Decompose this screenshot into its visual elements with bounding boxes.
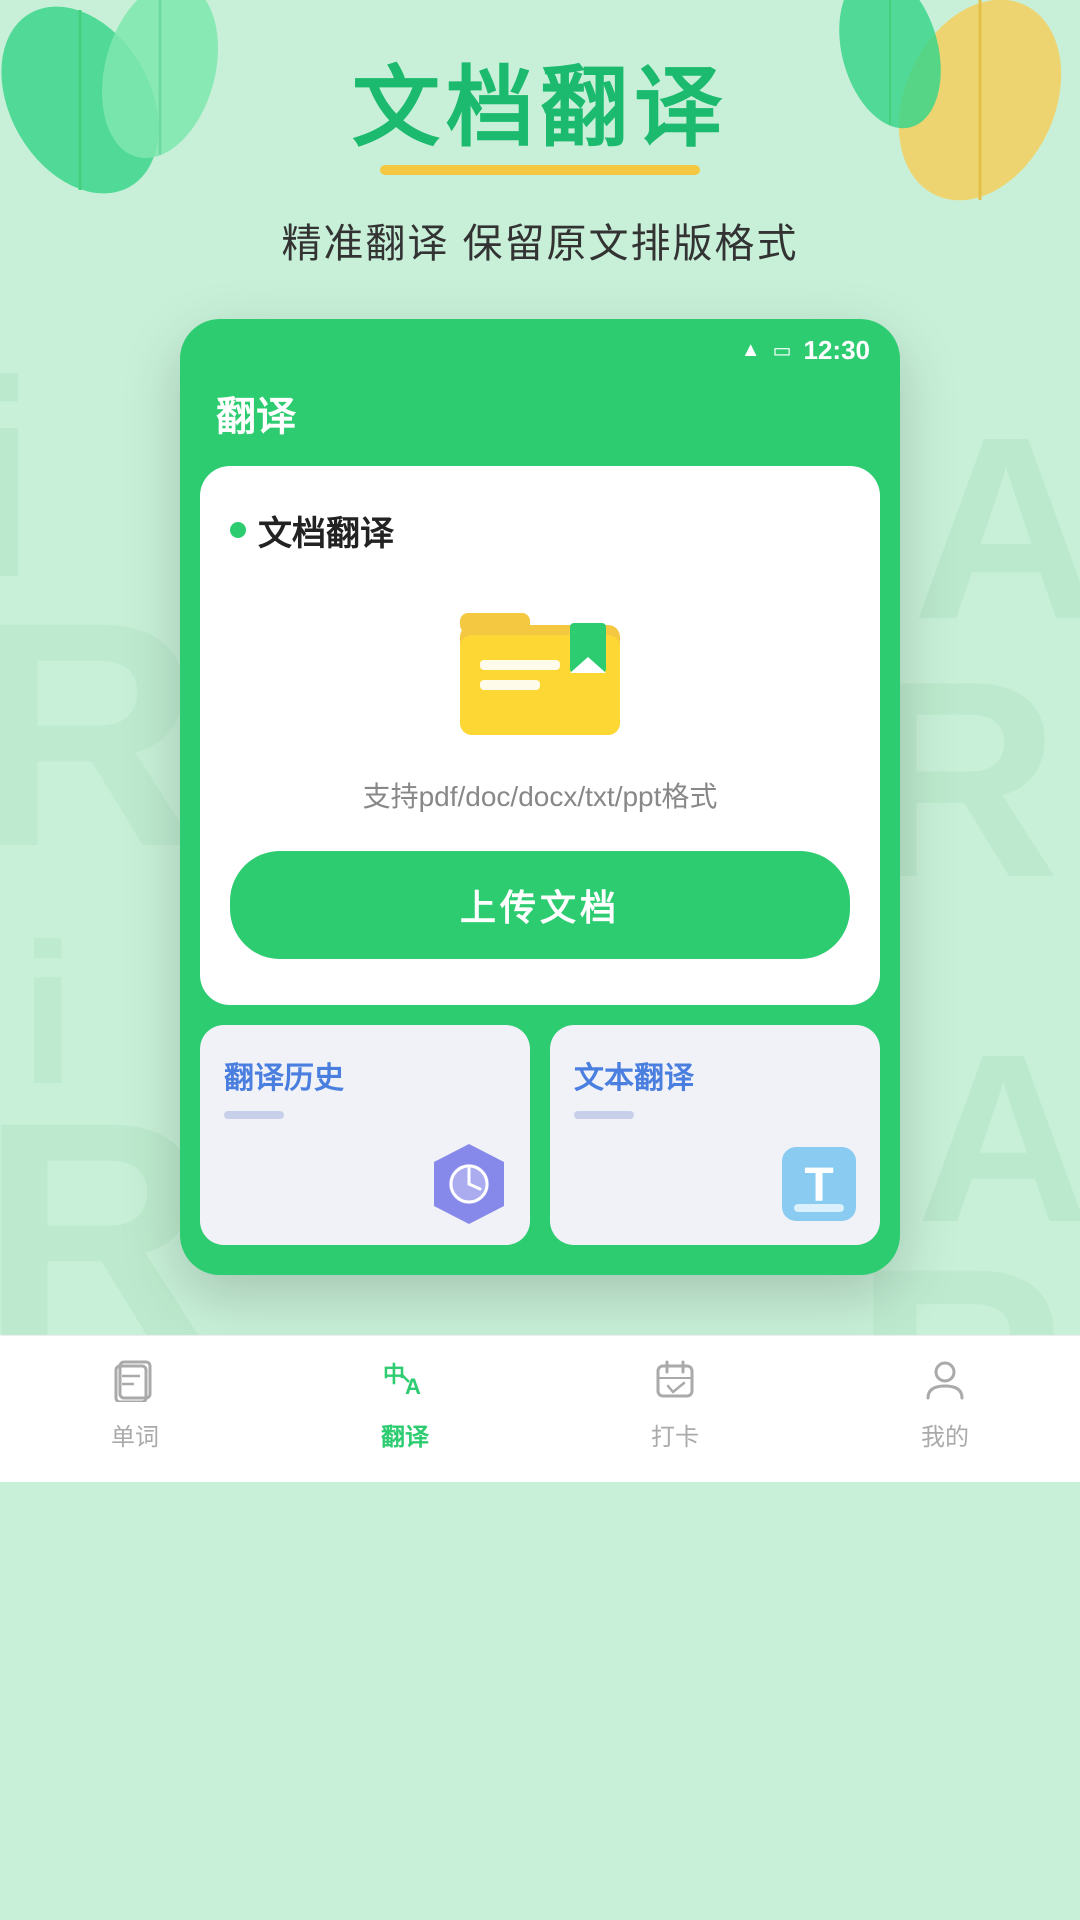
- file-formats: 支持pdf/doc/docx/txt/ppt格式: [230, 775, 850, 815]
- history-card[interactable]: 翻译历史: [200, 1025, 530, 1245]
- nav-label-profile: 我的: [921, 1417, 969, 1452]
- history-icon: [424, 1139, 514, 1229]
- main-content-card: 文档翻译 支持pdf/doc: [200, 466, 880, 1005]
- app-topbar-title: 翻译: [216, 395, 296, 439]
- section-header: 文档翻译: [230, 506, 850, 555]
- subtitle: 精准翻译 保留原文排版格式: [0, 211, 1080, 269]
- text-translate-card[interactable]: 文本翻译 T: [550, 1025, 880, 1245]
- section-title: 文档翻译: [258, 506, 394, 555]
- title-underline: [380, 165, 700, 175]
- status-time: 12:30: [804, 335, 871, 366]
- doc-translate-section: 文档翻译 支持pdf/doc: [230, 496, 850, 969]
- translate-nav-icon: 中 A: [379, 1356, 431, 1409]
- nav-item-checkin[interactable]: 打卡: [540, 1356, 810, 1452]
- nav-item-profile[interactable]: 我的: [810, 1356, 1080, 1452]
- nav-label-vocabulary: 单词: [111, 1417, 159, 1452]
- folder-icon: [450, 585, 630, 745]
- main-title: 文档翻译: [0, 60, 1080, 157]
- text-translate-icon: T: [774, 1139, 864, 1229]
- nav-label-checkin: 打卡: [651, 1417, 699, 1452]
- header: 文档翻译 精准翻译 保留原文排版格式: [0, 0, 1080, 269]
- folder-icon-wrapper: [230, 585, 850, 745]
- history-card-bar: [224, 1111, 284, 1119]
- text-translate-card-title: 文本翻译: [574, 1062, 694, 1095]
- bottom-nav: 单词 中 A 翻译 打卡: [0, 1335, 1080, 1482]
- checkin-icon: [652, 1356, 698, 1409]
- vocabulary-icon: [112, 1356, 158, 1409]
- nav-item-translate[interactable]: 中 A 翻译: [270, 1356, 540, 1452]
- phone-mockup: ▲ ▭ 12:30 翻译 文档翻译: [180, 319, 900, 1275]
- text-translate-card-bar: [574, 1111, 634, 1119]
- signal-icon: ▲: [741, 339, 761, 362]
- nav-item-vocabulary[interactable]: 单词: [0, 1356, 270, 1452]
- profile-icon: [922, 1356, 968, 1409]
- status-bar: ▲ ▭ 12:30: [180, 319, 900, 374]
- battery-icon: ▭: [773, 338, 792, 363]
- green-dot: [230, 522, 246, 538]
- history-card-title: 翻译历史: [224, 1062, 344, 1095]
- upload-button[interactable]: 上传文档: [230, 851, 850, 959]
- cards-row: 翻译历史 文本翻译 T: [200, 1025, 880, 1245]
- svg-text:A: A: [405, 1374, 421, 1399]
- app-topbar: 翻译: [180, 374, 900, 466]
- nav-label-translate: 翻译: [381, 1417, 429, 1452]
